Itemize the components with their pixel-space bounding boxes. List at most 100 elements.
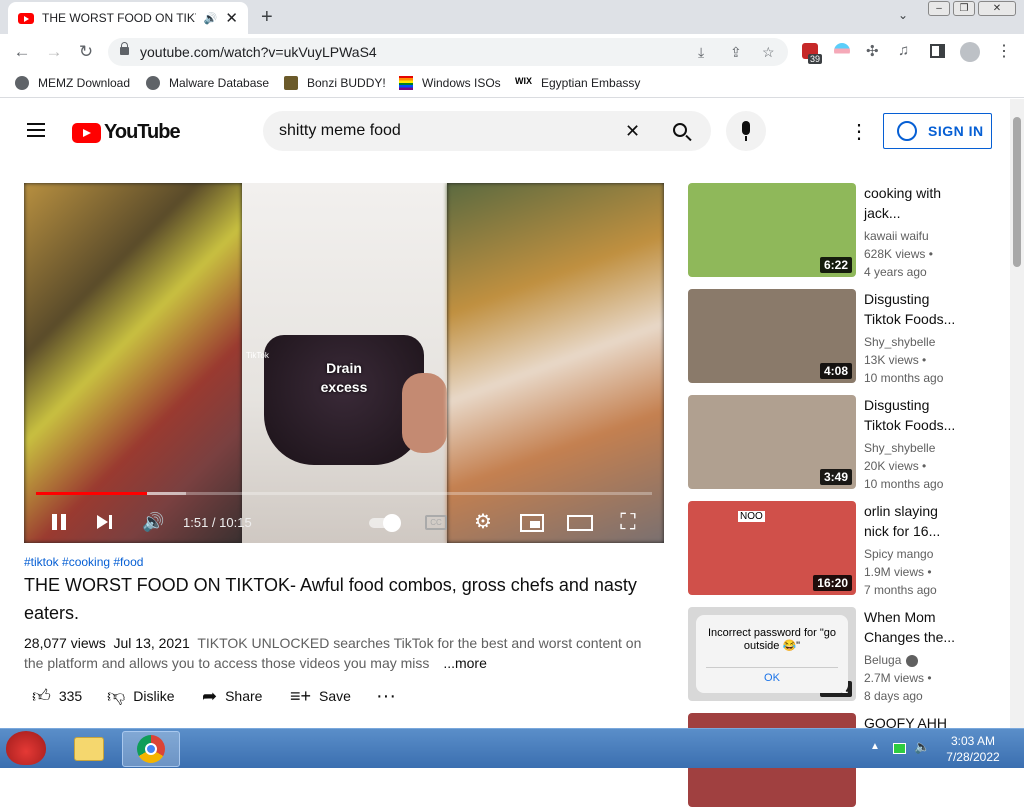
file-explorer-icon[interactable]: [74, 737, 104, 761]
show-more-link[interactable]: ...more: [443, 655, 487, 671]
extensions-puzzle-icon[interactable]: ✣: [866, 42, 879, 60]
recommendation-thumbnail[interactable]: 3:49: [688, 395, 856, 489]
video-description[interactable]: 28,077 views Jul 13, 2021 TIKTOK UNLOCKE…: [24, 633, 664, 673]
progress-bar[interactable]: [36, 492, 652, 495]
bonzi-icon: [284, 76, 298, 90]
recommendation-title[interactable]: cooking with jack...: [864, 183, 994, 223]
recommendation-channel[interactable]: Beluga: [864, 651, 901, 669]
chrome-icon-center: [145, 743, 157, 755]
add-to-playlist-icon: ≡+: [290, 685, 312, 706]
more-options-icon[interactable]: ⋮: [849, 119, 869, 144]
recommendation-thumbnail[interactable]: 6:22: [688, 183, 856, 277]
restore-button[interactable]: ❐: [953, 1, 975, 16]
clear-search-icon[interactable]: ✕: [625, 111, 640, 151]
menu-icon[interactable]: [27, 123, 45, 137]
duration-badge: 6:22: [819, 257, 852, 273]
recommendation-title[interactable]: Disgusting Tiktok Foods...: [864, 395, 994, 435]
dialog-ok: OK: [706, 667, 838, 684]
page-scrollbar[interactable]: [1010, 99, 1024, 728]
rainbow-icon: [399, 76, 413, 90]
recommendation-card[interactable]: 6:22 cooking with jack... kawaii waifu 628K …: [688, 183, 1008, 279]
taskbar-chrome-button[interactable]: [122, 731, 180, 767]
theater-mode-icon[interactable]: [567, 509, 593, 535]
back-icon[interactable]: ←: [12, 42, 32, 62]
volume-icon[interactable]: 🔊: [142, 509, 164, 535]
reload-icon[interactable]: ↻: [76, 42, 96, 62]
media-control-icon[interactable]: ♫: [898, 42, 909, 59]
bookmark-bonzi[interactable]: Bonzi BUDDY!: [284, 76, 386, 90]
angry-bird-start-icon[interactable]: [6, 731, 46, 765]
voice-search-button[interactable]: [726, 111, 766, 151]
dislike-button[interactable]: 👎︎ Dislike: [107, 683, 175, 709]
speaker-icon[interactable]: 🔊: [204, 12, 218, 25]
pride-extension-icon[interactable]: [834, 43, 850, 59]
captions-icon[interactable]: CC: [425, 509, 447, 535]
save-button[interactable]: ≡+ Save: [290, 683, 351, 709]
recommendation-views: 20K views •: [864, 459, 927, 473]
hashtags[interactable]: #tiktok #cooking #food: [24, 555, 143, 569]
side-panel-icon[interactable]: [930, 44, 945, 58]
tab-close-icon[interactable]: ✕: [225, 9, 238, 27]
recommendation-card[interactable]: 4:08 Disgusting Tiktok Foods... Shy_shybell…: [688, 289, 1008, 385]
globe-icon: [146, 76, 160, 90]
recommendation-card[interactable]: 16:20 NOO orlin slaying nick for 16... Spicy…: [688, 501, 1008, 597]
recommendation-views: 2.7M views •: [864, 671, 932, 685]
bookmark-egyptian-embassy[interactable]: WIX Egyptian Embassy: [515, 76, 640, 90]
miniplayer-icon[interactable]: [520, 509, 544, 535]
url-text: youtube.com/watch?v=ukVuyLPWaS4: [140, 44, 377, 60]
tab-search-icon[interactable]: ⌄: [898, 8, 908, 22]
video-frame-left: [24, 183, 242, 543]
recommendation-channel[interactable]: Spicy mango: [864, 545, 933, 563]
recommendation-title[interactable]: Disgusting Tiktok Foods...: [864, 289, 994, 329]
recommendation-channel[interactable]: Shy_shybelle: [864, 333, 935, 351]
duration-badge: 16:20: [813, 575, 852, 591]
address-bar[interactable]: youtube.com/watch?v=ukVuyLPWaS4 ⤓ ⇪ ☆: [108, 38, 788, 66]
fullscreen-icon[interactable]: ⛶: [618, 509, 638, 535]
scroll-thumb[interactable]: [1013, 117, 1021, 267]
recommendation-thumbnail[interactable]: 2:31Incorrect password for "go outside 😂…: [688, 607, 856, 701]
youtube-header: YouTube shitty meme food ✕ ⋮ SIGN IN: [0, 99, 1010, 163]
next-icon[interactable]: [96, 509, 116, 535]
settings-gear-icon[interactable]: ⚙: [472, 509, 494, 535]
close-window-button[interactable]: ✕: [978, 1, 1016, 16]
video-jar: [264, 335, 424, 465]
like-button[interactable]: 👍︎ 335: [32, 683, 82, 709]
speaker-tray-icon[interactable]: 🔈: [914, 739, 930, 755]
lock-icon: [120, 42, 129, 55]
profile-icon[interactable]: [960, 42, 980, 62]
video-player[interactable]: TikTok Drain excess 🔊 1:51 / 10:15 CC ⚙ …: [24, 183, 664, 543]
browser-tab[interactable]: THE WORST FOOD ON TIKTOK 🔊 ✕: [8, 2, 248, 34]
recommendation-title[interactable]: When Mom Changes the...: [864, 607, 994, 647]
sign-in-button[interactable]: SIGN IN: [883, 113, 992, 149]
new-tab-button[interactable]: +: [261, 6, 273, 29]
tray-arrow-icon[interactable]: ▲: [870, 741, 880, 752]
chrome-menu-icon[interactable]: ⋮: [996, 41, 1012, 61]
recommendation-thumbnail[interactable]: 4:08: [688, 289, 856, 383]
autoplay-toggle[interactable]: [369, 509, 403, 535]
recommendation-card[interactable]: 2:31Incorrect password for "go outside 😂…: [688, 607, 1008, 703]
share-page-icon[interactable]: ⇪: [730, 38, 742, 66]
system-clock[interactable]: 3:03 AM 7/28/2022: [940, 733, 1006, 765]
bookmark-memz[interactable]: MEMZ Download: [15, 76, 130, 90]
pause-icon[interactable]: [50, 509, 68, 535]
minimize-button[interactable]: –: [928, 1, 950, 16]
recommendation-card[interactable]: 3:49 Disgusting Tiktok Foods... Shy_shybell…: [688, 395, 1008, 491]
bookmark-malware-db[interactable]: Malware Database: [146, 76, 269, 90]
install-icon[interactable]: ⤓: [698, 38, 704, 66]
recommendation-channel[interactable]: kawaii waifu: [864, 227, 929, 245]
progress-fill: [36, 492, 148, 495]
forward-icon[interactable]: →: [44, 42, 64, 62]
bookmark-windows-isos[interactable]: Windows ISOs: [399, 76, 501, 90]
clock-time: 3:03 AM: [950, 734, 996, 748]
share-button[interactable]: ➦ Share: [202, 683, 262, 709]
bookmark-star-icon[interactable]: ☆: [762, 38, 775, 66]
search-input[interactable]: shitty meme food ✕: [263, 111, 711, 151]
recommendation-channel[interactable]: Shy_shybelle: [864, 439, 935, 457]
recommendation-title[interactable]: orlin slaying nick for 16...: [864, 501, 994, 541]
recommendation-views: 628K views •: [864, 247, 933, 261]
time-display: 1:51 / 10:15: [183, 515, 252, 530]
recommendation-thumbnail[interactable]: 16:20 NOO: [688, 501, 856, 595]
youtube-logo[interactable]: YouTube: [72, 121, 181, 144]
more-actions-icon[interactable]: ···: [376, 683, 396, 709]
network-icon[interactable]: [893, 743, 906, 754]
